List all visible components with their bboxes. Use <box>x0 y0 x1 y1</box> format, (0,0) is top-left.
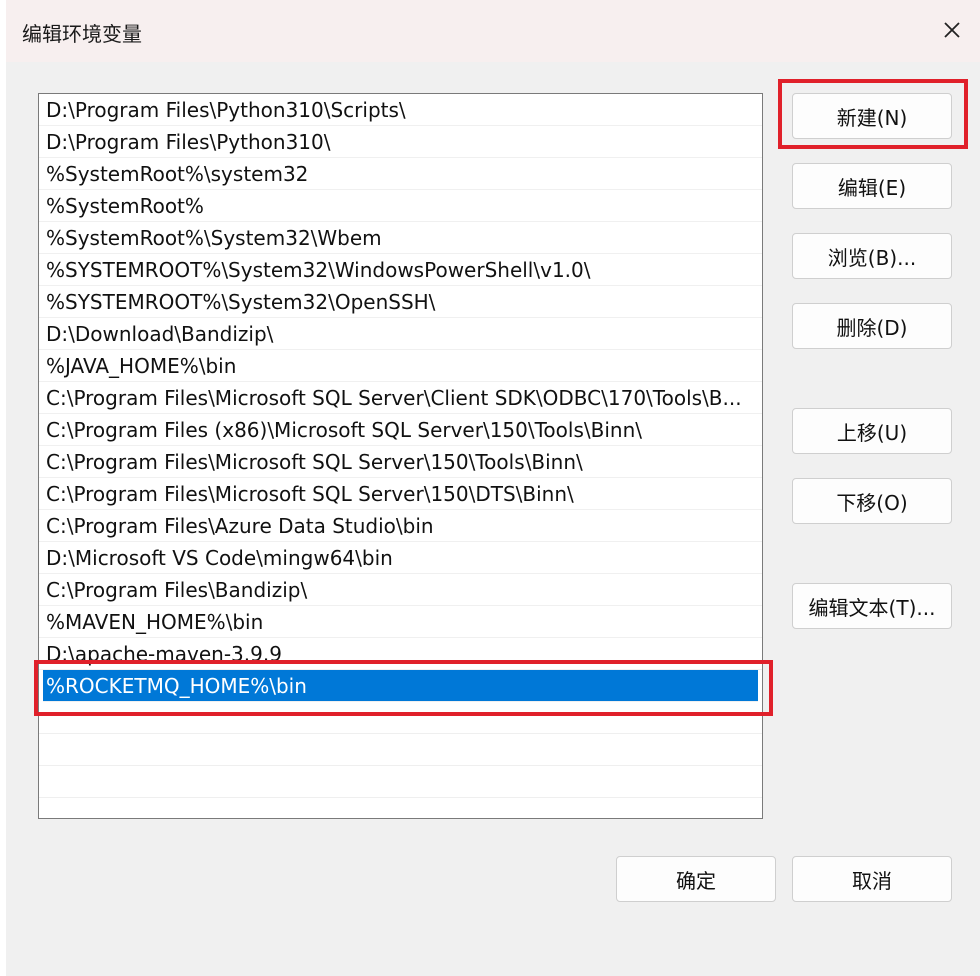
list-item[interactable]: %JAVA_HOME%\bin <box>39 350 762 382</box>
list-item[interactable]: %SystemRoot% <box>39 190 762 222</box>
dialog-title: 编辑环境变量 <box>22 22 142 46</box>
browse-button[interactable]: 浏览(B)... <box>792 233 952 279</box>
list-item[interactable]: D:\Download\Bandizip\ <box>39 318 762 350</box>
list-item-empty[interactable] <box>39 702 762 734</box>
ok-button[interactable]: 确定 <box>616 856 776 902</box>
list-item[interactable]: C:\Program Files\Azure Data Studio\bin <box>39 510 762 542</box>
list-item[interactable]: %SYSTEMROOT%\System32\OpenSSH\ <box>39 286 762 318</box>
list-item[interactable]: %SystemRoot%\System32\Wbem <box>39 222 762 254</box>
move-down-button[interactable]: 下移(O) <box>792 478 952 524</box>
close-button[interactable] <box>932 10 972 50</box>
list-item[interactable]: D:\apache-maven-3.9.9 <box>39 638 762 670</box>
list-item[interactable]: C:\Program Files\Bandizip\ <box>39 574 762 606</box>
list-item[interactable]: D:\Program Files\Python310\Scripts\ <box>39 94 762 126</box>
title-bar: 编辑环境变量 <box>6 0 980 62</box>
list-item[interactable]: %SystemRoot%\system32 <box>39 158 762 190</box>
edit-env-var-dialog: 编辑环境变量 D:\Program Files\Python310\Script… <box>0 0 980 976</box>
list-item-empty[interactable] <box>39 734 762 766</box>
list-item-empty[interactable] <box>39 798 762 818</box>
list-item[interactable]: %MAVEN_HOME%\bin <box>39 606 762 638</box>
edit-text-button[interactable]: 编辑文本(T)... <box>792 583 952 629</box>
path-list[interactable]: D:\Program Files\Python310\Scripts\ D:\Pr… <box>38 93 763 819</box>
background-window-edge <box>0 0 6 976</box>
list-item[interactable]: D:\Program Files\Python310\ <box>39 126 762 158</box>
list-item[interactable]: %SYSTEMROOT%\System32\WindowsPowerShell\… <box>39 254 762 286</box>
cancel-button[interactable]: 取消 <box>792 856 952 902</box>
list-item-selected[interactable]: %ROCKETMQ_HOME%\bin <box>43 670 758 702</box>
delete-button[interactable]: 删除(D) <box>792 303 952 349</box>
list-item-empty[interactable] <box>39 766 762 798</box>
list-item[interactable]: C:\Program Files\Microsoft SQL Server\15… <box>39 478 762 510</box>
edit-button[interactable]: 编辑(E) <box>792 163 952 209</box>
move-up-button[interactable]: 上移(U) <box>792 408 952 454</box>
list-item[interactable]: C:\Program Files\Microsoft SQL Server\15… <box>39 446 762 478</box>
new-button[interactable]: 新建(N) <box>792 93 952 139</box>
close-icon <box>944 22 960 38</box>
list-item[interactable]: C:\Program Files\Microsoft SQL Server\Cl… <box>39 382 762 414</box>
list-item[interactable]: D:\Microsoft VS Code\mingw64\bin <box>39 542 762 574</box>
list-item[interactable]: C:\Program Files (x86)\Microsoft SQL Ser… <box>39 414 762 446</box>
